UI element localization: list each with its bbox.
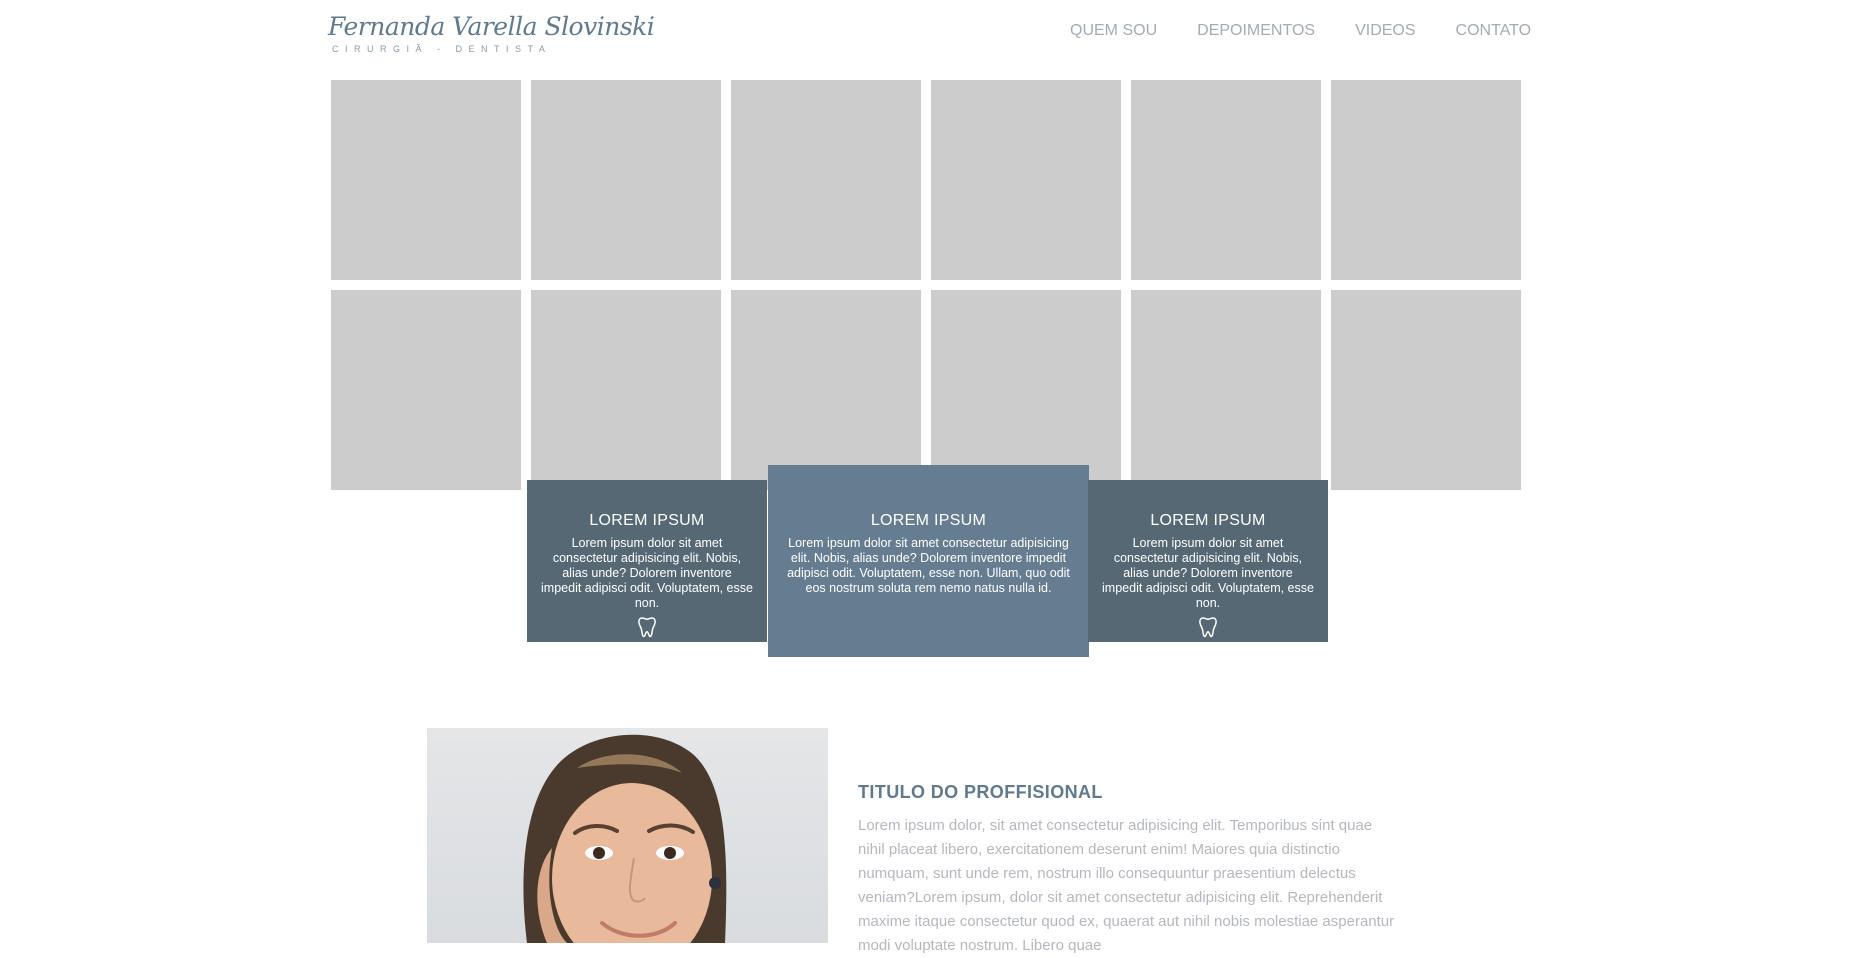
professional-photo — [427, 728, 828, 943]
card-text: Lorem ipsum dolor sit amet consectetur a… — [787, 536, 1070, 595]
gallery-image[interactable] — [531, 80, 721, 280]
nav-item-quem-sou[interactable]: QUEM SOU — [1070, 22, 1157, 40]
portrait-illustration — [523, 734, 727, 943]
logo-subtitle: CIRURGIÃ - DENTISTA — [332, 44, 552, 54]
gallery-image[interactable] — [731, 80, 921, 280]
gallery-image[interactable] — [931, 290, 1121, 490]
gallery-image[interactable] — [931, 80, 1121, 280]
logo-name: Fernanda Varella Slovinski — [328, 12, 655, 41]
main-nav: QUEM SOU DEPOIMENTOS VIDEOS CONTATO — [1070, 22, 1531, 40]
feature-card-center: LOREM IPSUM Lorem ipsum dolor sit amet c… — [768, 465, 1089, 657]
feature-card-right: LOREM IPSUM Lorem ipsum dolor sit amet c… — [1088, 480, 1328, 642]
card-title: LOREM IPSUM — [1150, 512, 1266, 529]
nav-item-videos[interactable]: VIDEOS — [1355, 22, 1415, 40]
image-gallery — [331, 80, 1522, 490]
gallery-image[interactable] — [1131, 80, 1321, 280]
gallery-image[interactable] — [731, 290, 921, 490]
card-title: LOREM IPSUM — [870, 512, 987, 529]
tooth-icon — [1199, 617, 1217, 638]
logo[interactable]: Fernanda Varella Slovinski CIRURGIÃ - DE… — [328, 12, 655, 54]
feature-card-left: LOREM IPSUM Lorem ipsum dolor sit amet c… — [527, 480, 767, 642]
gallery-image[interactable] — [1331, 290, 1521, 490]
gallery-image[interactable] — [1331, 80, 1521, 280]
nav-item-contato[interactable]: CONTATO — [1456, 22, 1532, 40]
gallery-image[interactable] — [331, 80, 521, 280]
gallery-image[interactable] — [331, 290, 521, 490]
tooth-icon — [638, 617, 656, 638]
card-title: LOREM IPSUM — [589, 512, 705, 529]
gallery-image[interactable] — [1131, 290, 1321, 490]
card-text: Lorem ipsum dolor sit amet consectetur a… — [1102, 536, 1314, 610]
professional-title: TITULO DO PROFFISIONAL — [858, 782, 1103, 802]
nav-item-depoimentos[interactable]: DEPOIMENTOS — [1197, 22, 1315, 40]
gallery-image[interactable] — [531, 290, 721, 490]
professional-bio: Lorem ipsum dolor, sit amet consectetur … — [858, 817, 1395, 954]
card-text: Lorem ipsum dolor sit amet consectetur a… — [541, 536, 753, 610]
